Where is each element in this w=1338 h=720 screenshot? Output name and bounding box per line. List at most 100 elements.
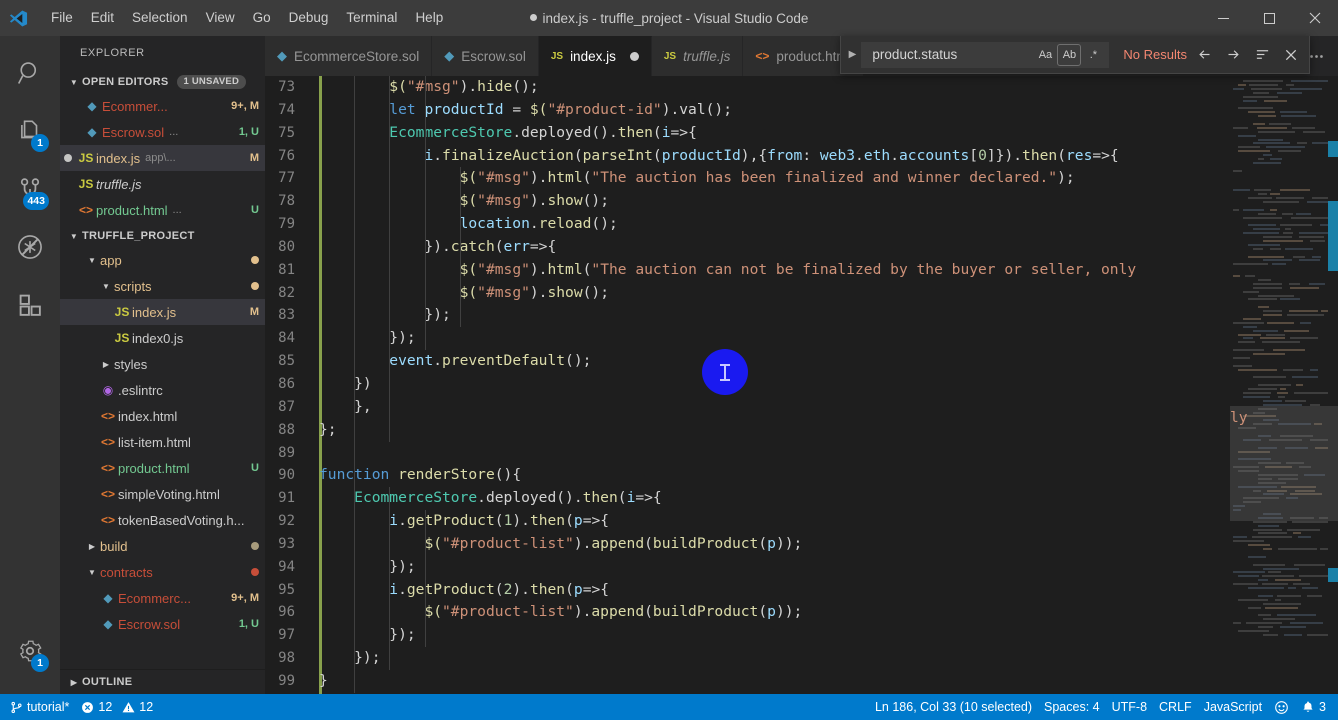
code-line[interactable]: 84 }); [265, 327, 1230, 350]
settings-gear-icon[interactable]: 1 [0, 622, 60, 680]
source-control-icon[interactable]: 1 [0, 102, 60, 160]
code-line[interactable]: 91 EcommerceStore.deployed().then(i=>{ [265, 487, 1230, 510]
code-line[interactable]: 92 i.getProduct(1).then(p=>{ [265, 510, 1230, 533]
menu-help[interactable]: Help [406, 0, 452, 36]
code-line[interactable]: 82 $("#msg").show(); [265, 282, 1230, 305]
code-line[interactable]: 85 event.preventDefault(); [265, 350, 1230, 373]
code-line[interactable]: 74 let productId = $("#product-id").val(… [265, 99, 1230, 122]
tree-file-ecommercestoresol[interactable]: ◆ Ecommerc... 9+, M [60, 585, 265, 611]
code-line[interactable]: 89 [265, 442, 1230, 465]
extensions-icon[interactable] [0, 276, 60, 334]
code-line[interactable]: 96 $("#product-list").append(buildProduc… [265, 601, 1230, 624]
debug-icon[interactable]: 443 [0, 160, 60, 218]
code-line[interactable]: 90 function renderStore(){ [265, 464, 1230, 487]
smiley-icon[interactable] [1268, 694, 1295, 720]
menu-file[interactable]: File [42, 0, 82, 36]
tab-ecommercestore-sol[interactable]: ◆ EcommerceStore.sol [265, 36, 433, 76]
tab-dirty-dot-icon[interactable] [629, 52, 639, 61]
match-whole-word-option[interactable]: Ab [1057, 43, 1082, 66]
open-editor-row-ecommercestore[interactable]: ◆ Ecommer... 9+, M [60, 93, 265, 119]
menu-selection[interactable]: Selection [123, 0, 197, 36]
project-header[interactable]: ▼ TRUFFLE_PROJECT [60, 225, 265, 247]
status-branch[interactable]: tutorial* [4, 694, 75, 720]
code-line[interactable]: 80 }).catch(err=>{ [265, 236, 1230, 259]
code-line[interactable]: 94 }); [265, 556, 1230, 579]
status-eol[interactable]: CRLF [1153, 694, 1198, 720]
tree-file-producthtml[interactable]: <> product.html U [60, 455, 265, 481]
code-viewport[interactable]: 73 $("#msg").hide(); 74 let productId = $… [265, 76, 1230, 694]
tree-file-eslintrc[interactable]: ◉ .eslintrc [60, 377, 265, 403]
close-find-button[interactable] [1279, 43, 1303, 67]
code-line[interactable]: 88}; [265, 419, 1230, 442]
tree-file-tokenbasedvotinghtml[interactable]: <> tokenBasedVoting.h... [60, 507, 265, 533]
tree-file-indexjs[interactable]: JS index.js M [60, 299, 265, 325]
find-in-selection-button[interactable] [1250, 43, 1274, 67]
status-problems[interactable]: 12 12 [75, 694, 159, 720]
minimize-button[interactable] [1200, 0, 1246, 36]
menu-debug[interactable]: Debug [280, 0, 338, 36]
chevron-right-icon[interactable]: ▶ [843, 36, 861, 74]
tab-escrow-sol[interactable]: ◆ Escrow.sol [432, 36, 539, 76]
open-editor-row-escrow[interactable]: ◆ Escrow.sol ... 1, U [60, 119, 265, 145]
code-line[interactable]: 73 $("#msg").hide(); [265, 76, 1230, 99]
tree-file-escrowsol[interactable]: ◆ Escrow.sol 1, U [60, 611, 265, 637]
open-editor-row-indexjs[interactable]: JS index.js app\... M [60, 145, 265, 171]
code-line[interactable]: 95 i.getProduct(2).then(p=>{ [265, 579, 1230, 602]
minimap-line [1242, 208, 1264, 211]
code-content[interactable]: 73 $("#msg").hide(); 74 let productId = $… [265, 76, 1230, 693]
open-editors-header[interactable]: ▼ OPEN EDITORS 1 UNSAVED [60, 71, 265, 93]
open-editor-row-trufflejs[interactable]: JS truffle.js [60, 171, 265, 197]
no-debug-icon[interactable] [0, 218, 60, 276]
code-line[interactable]: 83 }); [265, 304, 1230, 327]
code-line[interactable]: 75 EcommerceStore.deployed().then(i=>{ [265, 122, 1230, 145]
find-widget[interactable]: ▶ Aa Ab .* No Results [840, 36, 1310, 74]
maximize-button[interactable] [1246, 0, 1292, 36]
previous-match-button[interactable] [1192, 43, 1216, 67]
tree-folder-contracts[interactable]: ▼ contracts [60, 559, 265, 585]
find-input-box[interactable]: Aa Ab .* [861, 41, 1110, 68]
code-line[interactable]: 77 $("#msg").html("The auction has been … [265, 167, 1230, 190]
tree-file-index0js[interactable]: JS index0.js [60, 325, 265, 351]
warning-count: 12 [139, 700, 154, 714]
code-line[interactable]: 99} [265, 670, 1230, 693]
code-line[interactable]: 86 }) [265, 373, 1230, 396]
status-language-mode[interactable]: JavaScript [1198, 694, 1268, 720]
status-notifications[interactable]: 3 [1295, 694, 1332, 720]
tree-folder-styles[interactable]: ▶ styles [60, 351, 265, 377]
menu-terminal[interactable]: Terminal [337, 0, 406, 36]
tree-folder-app[interactable]: ▼ app [60, 247, 265, 273]
tree-file-listitemhtml[interactable]: <> list-item.html [60, 429, 265, 455]
next-match-button[interactable] [1221, 43, 1245, 67]
code-text: $("#msg").html("The auction can not be f… [459, 260, 1137, 278]
tree-folder-scripts[interactable]: ▼ scripts [60, 273, 265, 299]
code-line[interactable]: 87 }, [265, 396, 1230, 419]
menu-edit[interactable]: Edit [82, 0, 123, 36]
search-icon[interactable] [0, 44, 60, 102]
tree-item-label: simpleVoting.html [118, 486, 220, 502]
tree-file-indexhtml[interactable]: <> index.html [60, 403, 265, 429]
code-line[interactable]: 76 i.finalizeAuction(parseInt(productId)… [265, 145, 1230, 168]
code-line[interactable]: 78 $("#msg").show(); [265, 190, 1230, 213]
code-line[interactable]: 98 }); [265, 647, 1230, 670]
outline-section-header[interactable]: ▶ OUTLINE [60, 669, 265, 694]
code-line[interactable]: 93 $("#product-list").append(buildProduc… [265, 533, 1230, 556]
match-case-option[interactable]: Aa [1034, 45, 1056, 65]
search-input[interactable] [870, 46, 1034, 63]
close-button[interactable] [1292, 0, 1338, 36]
menu-go[interactable]: Go [244, 0, 280, 36]
tree-folder-build[interactable]: ▶ build [60, 533, 265, 559]
use-regex-option[interactable]: .* [1082, 45, 1104, 65]
open-editor-row-producthtml[interactable]: <> product.html ... U [60, 197, 265, 223]
status-indentation[interactable]: Spaces: 4 [1038, 694, 1106, 720]
code-line[interactable]: 97 }); [265, 624, 1230, 647]
minimap[interactable]: ly [1230, 76, 1338, 694]
status-encoding[interactable]: UTF-8 [1106, 694, 1153, 720]
code-line[interactable]: 81 $("#msg").html("The auction can not b… [265, 259, 1230, 282]
code-line[interactable]: 79 location.reload(); [265, 213, 1230, 236]
status-cursor-position[interactable]: Ln 186, Col 33 (10 selected) [869, 694, 1038, 720]
menu-view[interactable]: View [197, 0, 244, 36]
tree-file-simplevotinghtml[interactable]: <> simpleVoting.html [60, 481, 265, 507]
overview-ruler[interactable] [1324, 76, 1338, 694]
tab-index-js[interactable]: JS index.js [538, 36, 652, 76]
tab-truffle-js[interactable]: JS truffle.js [651, 36, 744, 76]
